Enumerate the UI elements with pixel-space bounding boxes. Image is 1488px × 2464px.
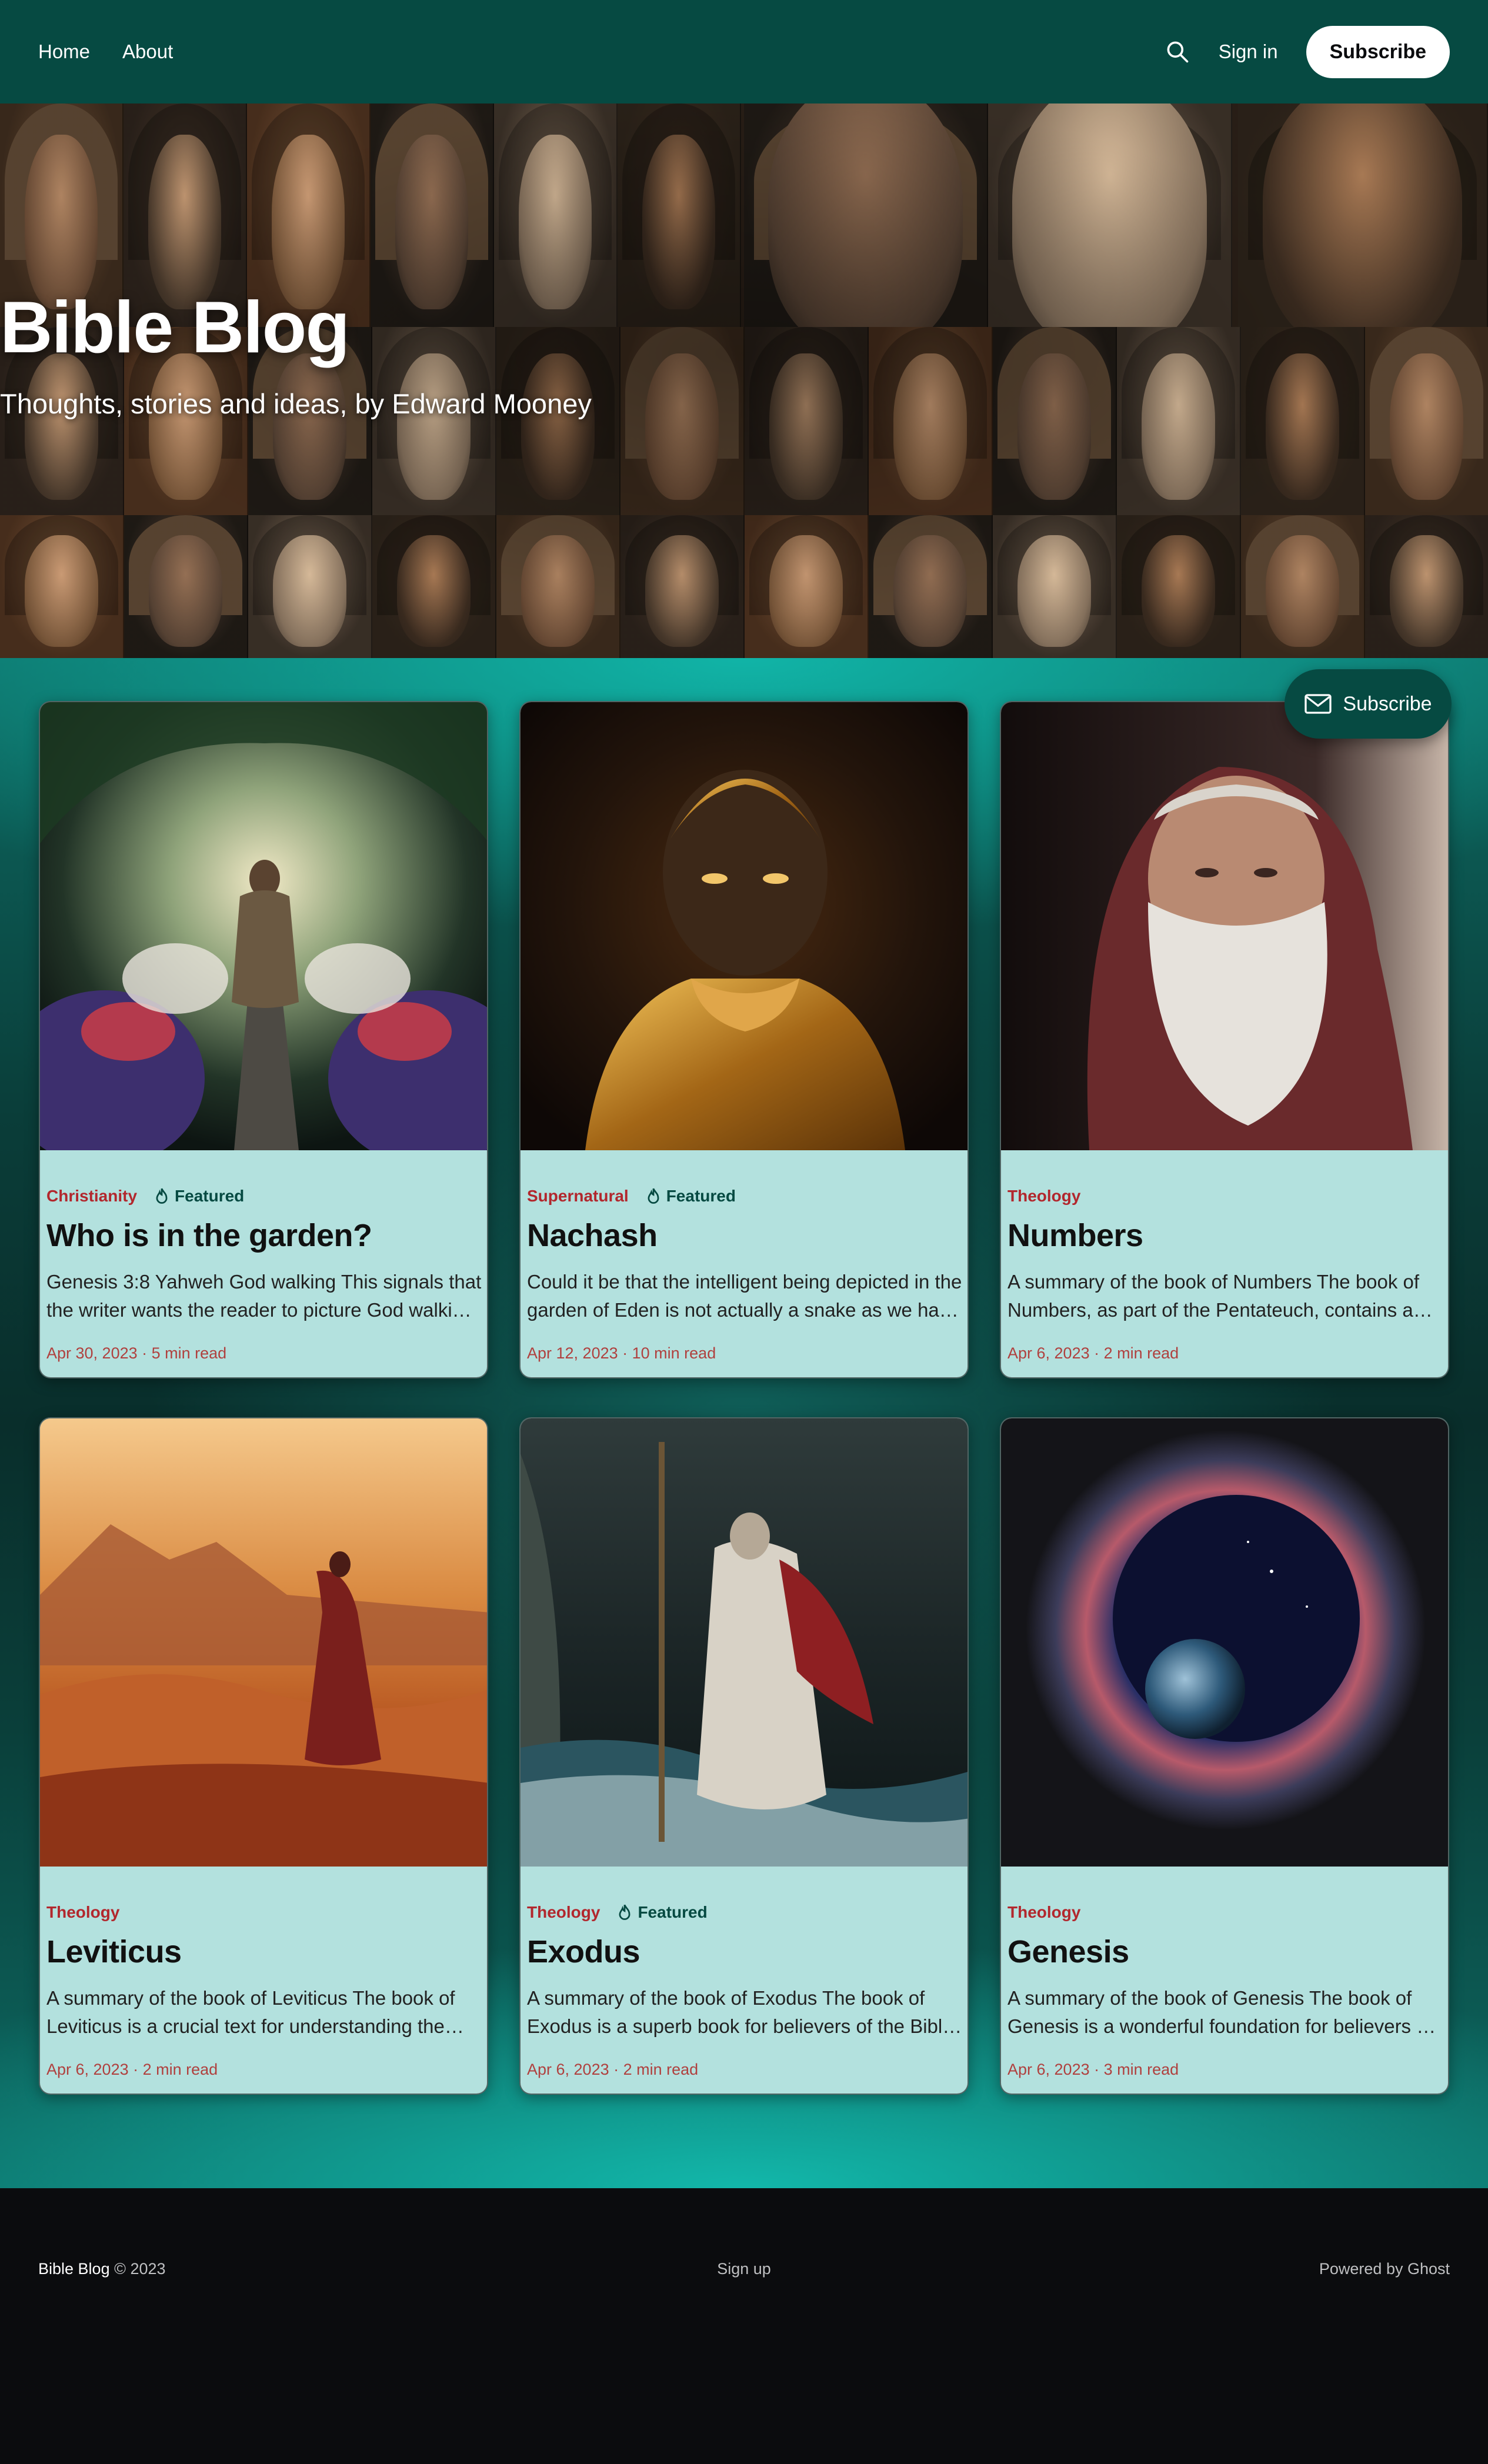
post-card-meta: Apr 6, 2023 · 2 min read bbox=[527, 2061, 699, 2078]
post-card-content: Theology Featured Exodus A summary of th… bbox=[521, 1867, 967, 2094]
post-card-meta: Apr 6, 2023 · 2 min read bbox=[1007, 1344, 1179, 1362]
nav-home-link[interactable]: Home bbox=[38, 41, 90, 63]
post-card-tag[interactable]: Christianity bbox=[46, 1187, 137, 1206]
hero-banner: Bible Blog Thoughts, stories and ideas, … bbox=[0, 103, 1488, 658]
portal-subscribe-button[interactable]: Subscribe bbox=[1285, 669, 1452, 739]
post-card-image[interactable] bbox=[40, 702, 487, 1150]
post-date: Apr 6, 2023 bbox=[46, 2061, 129, 2078]
post-card[interactable]: Theology Numbers A summary of the book o… bbox=[1000, 701, 1449, 1378]
post-card[interactable]: Theology Leviticus A summary of the book… bbox=[39, 1417, 488, 2095]
post-card-tags: Theology bbox=[46, 1903, 119, 1922]
post-card-excerpt: Could it be that the intelligent being d… bbox=[527, 1271, 962, 1321]
post-card[interactable]: Supernatural Featured Nachash Could it b… bbox=[519, 701, 969, 1378]
post-card-image[interactable] bbox=[1001, 702, 1448, 1150]
nav-about-link[interactable]: About bbox=[122, 41, 173, 63]
post-card-content: Supernatural Featured Nachash Could it b… bbox=[521, 1150, 967, 1377]
header-subscribe-button[interactable]: Subscribe bbox=[1306, 25, 1450, 78]
post-card-tag[interactable]: Theology bbox=[46, 1903, 119, 1922]
post-read-time: 2 min read bbox=[1103, 1344, 1179, 1362]
post-card-title[interactable]: Exodus bbox=[527, 1934, 640, 1970]
post-card-excerpt: A summary of the book of Genesis The boo… bbox=[1007, 1987, 1433, 2037]
post-card-image[interactable] bbox=[521, 702, 967, 1150]
post-card-meta: Apr 30, 2023 · 5 min read bbox=[46, 1344, 227, 1362]
post-card-title[interactable]: Leviticus bbox=[46, 1934, 182, 1970]
footer-powered-by[interactable]: Powered by Ghost bbox=[1319, 2260, 1450, 2278]
post-card-tags: Theology Featured bbox=[527, 1903, 708, 1922]
featured-badge: Featured bbox=[645, 1187, 736, 1206]
site-footer: Bible Blog © 2023 Sign up Powered by Gho… bbox=[0, 2188, 1488, 2464]
post-feed: Christianity Featured Who is in the gard… bbox=[0, 658, 1488, 2188]
post-card[interactable]: Theology Genesis A summary of the book o… bbox=[1000, 1417, 1449, 2095]
post-card-image[interactable] bbox=[1001, 1418, 1448, 1867]
flame-icon bbox=[648, 1188, 659, 1204]
site-description: Thoughts, stories and ideas, by Edward M… bbox=[0, 388, 592, 419]
post-card-tags: Theology bbox=[1007, 1903, 1080, 1922]
featured-label: Featured bbox=[638, 1903, 708, 1921]
post-card-excerpt: A summary of the book of Numbers The boo… bbox=[1007, 1271, 1420, 1321]
post-card-content: Theology Leviticus A summary of the book… bbox=[40, 1867, 487, 2094]
post-date: Apr 6, 2023 bbox=[1007, 2061, 1090, 2078]
hero-overlay bbox=[0, 103, 1488, 658]
flame-icon bbox=[619, 1904, 630, 1920]
post-card-tags: Theology bbox=[1007, 1187, 1080, 1206]
featured-badge: Featured bbox=[154, 1187, 244, 1206]
post-read-time: 2 min read bbox=[623, 2061, 699, 2078]
post-card-title[interactable]: Genesis bbox=[1007, 1934, 1129, 1970]
featured-badge: Featured bbox=[616, 1903, 708, 1922]
post-card-tag[interactable]: Theology bbox=[1007, 1187, 1080, 1206]
portal-subscribe-label: Subscribe bbox=[1343, 692, 1432, 715]
footer-signup-link[interactable]: Sign up bbox=[0, 2260, 1488, 2278]
search-icon[interactable] bbox=[1165, 39, 1190, 65]
post-card-title[interactable]: Numbers bbox=[1007, 1217, 1143, 1254]
post-card-excerpt: A summary of the book of Exodus The book… bbox=[527, 1987, 953, 2037]
post-card-tag[interactable]: Theology bbox=[527, 1903, 600, 1922]
post-card-excerpt: A summary of the book of Leviticus The b… bbox=[46, 1987, 455, 2037]
header-actions: Sign in Subscribe bbox=[1165, 25, 1450, 78]
flame-icon bbox=[156, 1188, 168, 1204]
post-read-time: 5 min read bbox=[151, 1344, 227, 1362]
post-card-tags: Christianity Featured bbox=[46, 1187, 244, 1206]
post-date: Apr 6, 2023 bbox=[527, 2061, 609, 2078]
post-card-title[interactable]: Who is in the garden? bbox=[46, 1217, 372, 1254]
post-card[interactable]: Theology Featured Exodus A summary of th… bbox=[519, 1417, 969, 2095]
post-date: Apr 30, 2023 bbox=[46, 1344, 138, 1362]
post-card-content: Theology Numbers A summary of the book o… bbox=[1001, 1150, 1448, 1377]
post-date: Apr 12, 2023 bbox=[527, 1344, 618, 1362]
post-card-content: Theology Genesis A summary of the book o… bbox=[1001, 1867, 1448, 2094]
post-card-excerpt: Genesis 3:8 Yahweh God walking This sign… bbox=[46, 1271, 482, 1321]
post-read-time: 3 min read bbox=[1103, 2061, 1179, 2078]
post-date: Apr 6, 2023 bbox=[1007, 1344, 1090, 1362]
featured-label: Featured bbox=[175, 1187, 245, 1205]
post-card-tag[interactable]: Theology bbox=[1007, 1903, 1080, 1922]
mail-icon bbox=[1304, 694, 1332, 714]
post-card-tag[interactable]: Supernatural bbox=[527, 1187, 629, 1206]
post-read-time: 2 min read bbox=[142, 2061, 218, 2078]
post-card-title[interactable]: Nachash bbox=[527, 1217, 658, 1254]
featured-label: Featured bbox=[666, 1187, 736, 1205]
post-card[interactable]: Christianity Featured Who is in the gard… bbox=[39, 701, 488, 1378]
post-card-meta: Apr 12, 2023 · 10 min read bbox=[527, 1344, 716, 1362]
post-card-meta: Apr 6, 2023 · 2 min read bbox=[46, 2061, 218, 2078]
post-read-time: 10 min read bbox=[632, 1344, 716, 1362]
site-header: Home About Sign in Subscribe bbox=[0, 0, 1488, 103]
post-card-image[interactable] bbox=[40, 1418, 487, 1867]
primary-nav: Home About bbox=[38, 41, 173, 63]
post-card-image[interactable] bbox=[521, 1418, 967, 1867]
post-card-content: Christianity Featured Who is in the gard… bbox=[40, 1150, 487, 1377]
site-title: Bible Blog bbox=[0, 287, 350, 368]
post-card-meta: Apr 6, 2023 · 3 min read bbox=[1007, 2061, 1179, 2078]
signin-link[interactable]: Sign in bbox=[1219, 41, 1278, 63]
post-card-tags: Supernatural Featured bbox=[527, 1187, 736, 1206]
